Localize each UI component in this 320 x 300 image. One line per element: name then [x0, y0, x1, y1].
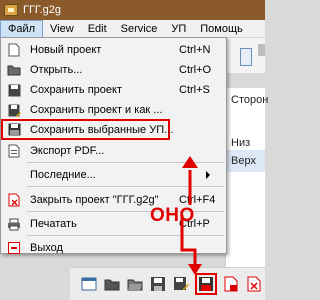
menu-item-label: Сохранить проект и как ... — [30, 104, 163, 116]
menu-item-shortcut: Ctrl+O — [179, 64, 212, 76]
menu-item-label: Сохранить проект — [30, 84, 123, 96]
tool-icon[interactable] — [240, 48, 252, 66]
folder-open-icon — [7, 63, 21, 77]
menu-separator — [27, 162, 224, 163]
menu-item-save-project-as[interactable]: Сохранить проект и как ... — [1, 100, 226, 120]
menu-item-export-pdf[interactable]: Экспорт PDF... — [1, 141, 226, 161]
menu-separator — [27, 186, 224, 187]
menu-bar: Файл View Edit Service УП Помощь — [0, 19, 265, 38]
menu-item-label: Закрыть проект "ГГГ.g2g" — [30, 194, 159, 206]
close-project-icon — [7, 193, 21, 207]
menu-item-label: Экспорт PDF... — [30, 145, 105, 157]
document-red-icon[interactable] — [222, 275, 240, 293]
pdf-icon — [7, 144, 21, 158]
folder-open-icon[interactable] — [126, 275, 144, 293]
menu-item-label: Последние... — [30, 169, 96, 181]
title-bar: ГГГ.g2g — [0, 0, 265, 20]
printer-icon — [7, 217, 21, 231]
scrollbar-thumb[interactable] — [258, 44, 265, 56]
annotation-label: ОНО — [150, 205, 195, 226]
menu-item-recent[interactable]: Последние... — [1, 165, 226, 185]
menu-item-label: Печатать — [30, 218, 77, 230]
bottom-toolbar — [70, 267, 265, 300]
window-title: ГГГ.g2g — [23, 4, 61, 16]
folder-icon[interactable] — [103, 275, 121, 293]
menu-edit[interactable]: Edit — [81, 20, 114, 38]
exit-icon — [7, 241, 21, 255]
menu-separator — [27, 235, 224, 236]
menu-item-label: Выход — [30, 242, 63, 254]
menu-item-exit[interactable]: Выход — [1, 238, 226, 258]
menu-item-save-selected-up[interactable]: Сохранить выбранные УП... — [1, 119, 174, 140]
menu-file[interactable]: Файл — [0, 19, 44, 38]
save-selected-button[interactable] — [195, 273, 217, 295]
menu-view[interactable]: View — [43, 20, 81, 38]
menu-item-open[interactable]: Открыть... Ctrl+O — [1, 60, 226, 80]
menu-item-shortcut: Ctrl+S — [179, 84, 210, 96]
menu-item-shortcut: Ctrl+N — [179, 44, 211, 56]
new-file-icon — [7, 43, 21, 57]
save-icon — [7, 83, 21, 97]
table-cell-selected[interactable]: Верх — [226, 150, 265, 172]
save-icon[interactable] — [149, 275, 167, 293]
menu-service[interactable]: Service — [114, 20, 165, 38]
save-as-icon[interactable] — [172, 275, 190, 293]
table-cell[interactable]: Низ — [231, 137, 250, 149]
document-close-icon[interactable] — [245, 275, 263, 293]
window-icon[interactable] — [80, 275, 98, 293]
menu-up[interactable]: УП — [164, 20, 193, 38]
menu-item-label: Новый проект — [30, 44, 102, 56]
menu-item-label: Открыть... — [30, 64, 83, 76]
menu-item-save-project[interactable]: Сохранить проект Ctrl+S — [1, 80, 226, 100]
save-as-icon — [7, 103, 21, 117]
menu-item-label: Сохранить выбранные УП... — [30, 123, 174, 136]
save-selected-icon — [7, 122, 21, 136]
app-icon — [4, 4, 18, 16]
menu-help[interactable]: Помощь — [193, 20, 250, 38]
data-table — [225, 88, 265, 278]
table-header: Сторон — [231, 94, 269, 106]
menu-item-new-project[interactable]: Новый проект Ctrl+N — [1, 40, 226, 60]
submenu-arrow-icon — [206, 171, 210, 179]
